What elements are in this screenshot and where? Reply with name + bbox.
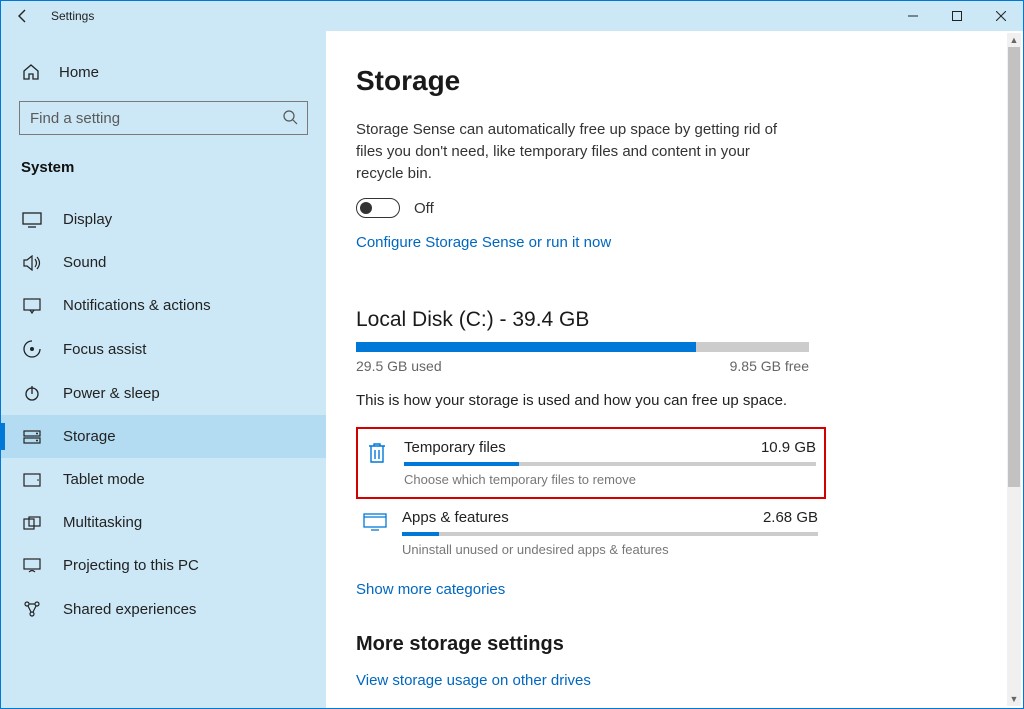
sidebar-home-label: Home — [59, 64, 99, 81]
window-title: Settings — [51, 9, 94, 23]
change-new-content-location-link[interactable]: Change where new content is saved — [356, 707, 963, 708]
scrollbar[interactable]: ▲ ▼ — [1007, 33, 1021, 706]
storage-sense-description: Storage Sense can automatically free up … — [356, 119, 786, 184]
category-bar — [402, 532, 818, 536]
tablet-icon — [21, 473, 43, 487]
sidebar-item-label: Display — [63, 211, 112, 228]
display-icon — [21, 212, 43, 228]
sidebar-item-label: Storage — [63, 428, 116, 445]
minimize-button[interactable] — [891, 1, 935, 31]
sidebar: Home System Display Sound — [1, 31, 326, 708]
scroll-down-arrow[interactable]: ▼ — [1007, 692, 1021, 706]
sidebar-item-label: Power & sleep — [63, 385, 160, 402]
sidebar-item-power-sleep[interactable]: Power & sleep — [1, 371, 326, 415]
page-title: Storage — [356, 65, 963, 97]
configure-storage-sense-link[interactable]: Configure Storage Sense or run it now — [356, 234, 611, 251]
category-size: 2.68 GB — [763, 509, 818, 526]
sidebar-item-focus-assist[interactable]: Focus assist — [1, 327, 326, 371]
apps-icon — [362, 509, 388, 557]
category-bar — [404, 462, 816, 466]
sidebar-item-label: Shared experiences — [63, 601, 196, 618]
search-icon — [282, 109, 298, 130]
multitasking-icon — [21, 516, 43, 530]
sidebar-nav: Display Sound Notifications & actions Fo… — [1, 198, 326, 631]
sound-icon — [21, 255, 43, 271]
view-storage-other-drives-link[interactable]: View storage usage on other drives — [356, 672, 963, 689]
storage-sense-toggle[interactable] — [356, 198, 400, 218]
sidebar-item-label: Focus assist — [63, 341, 146, 358]
storage-sense-toggle-row: Off — [356, 198, 963, 218]
notifications-icon — [21, 298, 43, 314]
sidebar-item-projecting[interactable]: Projecting to this PC — [1, 544, 326, 587]
category-size: 10.9 GB — [761, 439, 816, 456]
storage-category-temporary-files[interactable]: Temporary files 10.9 GB Choose which tem… — [356, 427, 826, 499]
sidebar-item-notifications[interactable]: Notifications & actions — [1, 284, 326, 327]
category-name: Temporary files — [404, 439, 506, 456]
sidebar-item-shared-experiences[interactable]: Shared experiences — [1, 587, 326, 631]
sidebar-item-multitasking[interactable]: Multitasking — [1, 501, 326, 544]
storage-category-apps-features[interactable]: Apps & features 2.68 GB Uninstall unused… — [356, 499, 826, 567]
more-links: View storage usage on other drives Chang… — [356, 672, 963, 708]
category-subtext: Choose which temporary files to remove — [404, 472, 816, 487]
disk-usage-bar — [356, 342, 809, 352]
show-more-categories-link[interactable]: Show more categories — [356, 581, 505, 598]
scroll-up-arrow[interactable]: ▲ — [1007, 33, 1021, 47]
power-icon — [21, 384, 43, 402]
close-button[interactable] — [979, 1, 1023, 31]
usage-description: This is how your storage is used and how… — [356, 392, 963, 409]
storage-sense-toggle-label: Off — [414, 200, 434, 217]
category-name: Apps & features — [402, 509, 509, 526]
disk-title: Local Disk (C:) - 39.4 GB — [356, 308, 963, 332]
sidebar-category: System — [1, 153, 326, 198]
sidebar-item-label: Projecting to this PC — [63, 557, 199, 574]
settings-window: Settings Home System — [0, 0, 1024, 709]
titlebar: Settings — [1, 1, 1023, 31]
focus-assist-icon — [21, 340, 43, 358]
sidebar-home[interactable]: Home — [1, 61, 326, 91]
main-content: Storage Storage Sense can automatically … — [326, 31, 1023, 708]
sidebar-item-sound[interactable]: Sound — [1, 241, 326, 284]
search-input[interactable] — [19, 101, 308, 135]
sidebar-item-label: Sound — [63, 254, 106, 271]
more-storage-settings-title: More storage settings — [356, 633, 963, 656]
projecting-icon — [21, 558, 43, 574]
back-button[interactable] — [1, 1, 45, 31]
trash-icon — [364, 439, 390, 487]
sidebar-item-tablet-mode[interactable]: Tablet mode — [1, 458, 326, 501]
shared-icon — [21, 600, 43, 618]
home-icon — [21, 63, 41, 81]
maximize-button[interactable] — [935, 1, 979, 31]
sidebar-item-label: Multitasking — [63, 514, 142, 531]
disk-used-label: 29.5 GB used — [356, 358, 442, 374]
sidebar-item-label: Notifications & actions — [63, 297, 211, 314]
window-controls — [891, 1, 1023, 31]
disk-usage-fill — [356, 342, 696, 352]
category-subtext: Uninstall unused or undesired apps & fea… — [402, 542, 818, 557]
disk-free-label: 9.85 GB free — [730, 358, 809, 374]
storage-icon — [21, 430, 43, 444]
sidebar-item-label: Tablet mode — [63, 471, 145, 488]
sidebar-item-display[interactable]: Display — [1, 198, 326, 241]
scroll-thumb[interactable] — [1008, 47, 1020, 487]
search-wrap — [19, 101, 308, 135]
sidebar-item-storage[interactable]: Storage — [1, 415, 326, 458]
disk-labels: 29.5 GB used 9.85 GB free — [356, 358, 809, 374]
